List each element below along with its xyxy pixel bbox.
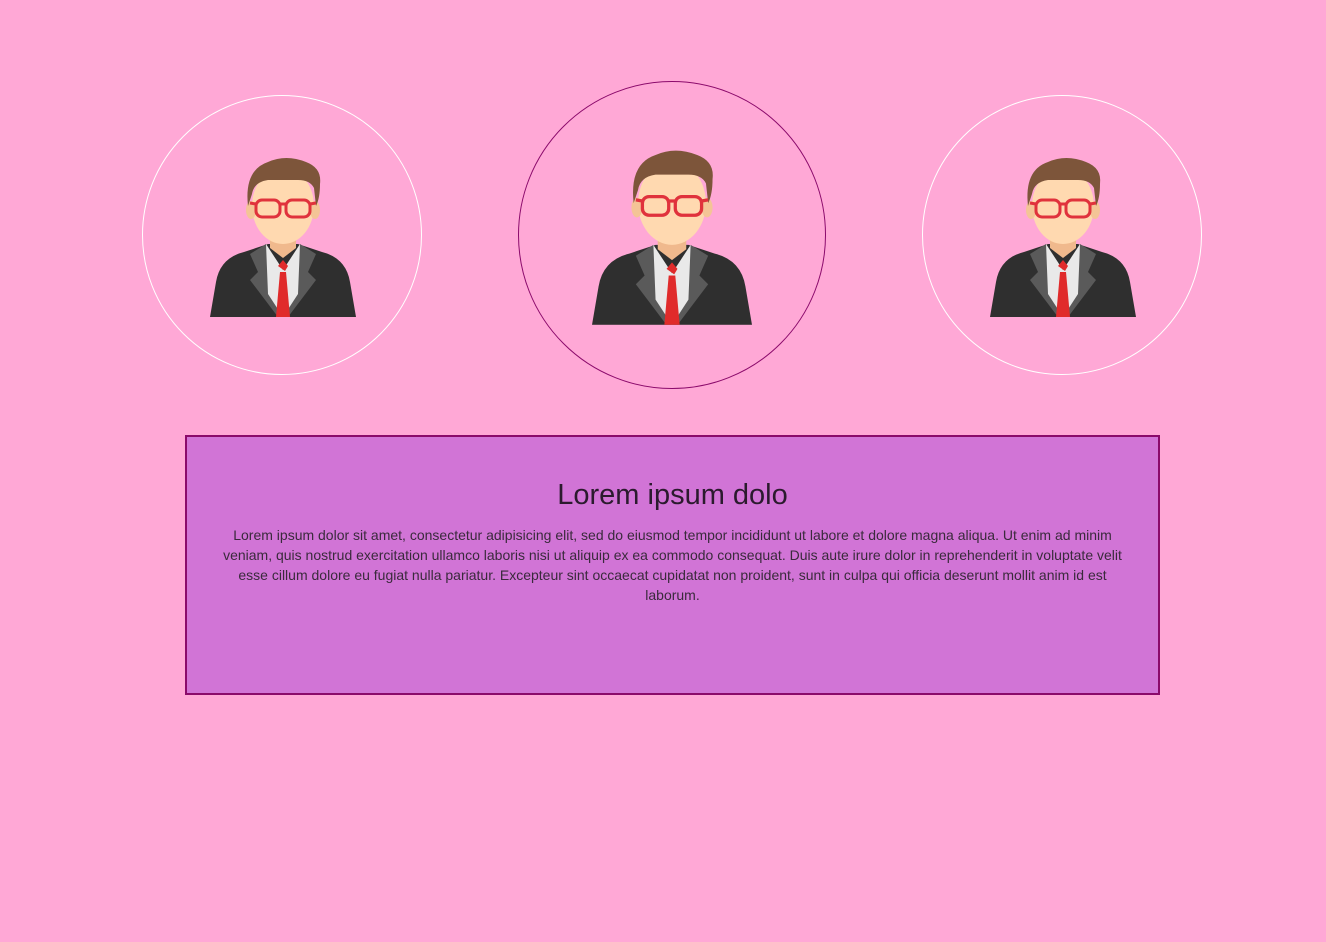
avatar-right[interactable] [922,95,1202,375]
businessman-avatar-icon [990,154,1136,317]
avatar-left[interactable] [142,95,422,375]
panel-title: Lorem ipsum dolo [557,479,788,511]
businessman-avatar-icon [210,154,356,317]
panel-body-text: Lorem ipsum dolor sit amet, consectetur … [223,527,1122,603]
businessman-avatar-icon [592,146,752,325]
avatar-center[interactable] [518,81,826,389]
testimonial-panel: Lorem ipsum dolo Lorem ipsum dolor sit a… [185,435,1160,695]
